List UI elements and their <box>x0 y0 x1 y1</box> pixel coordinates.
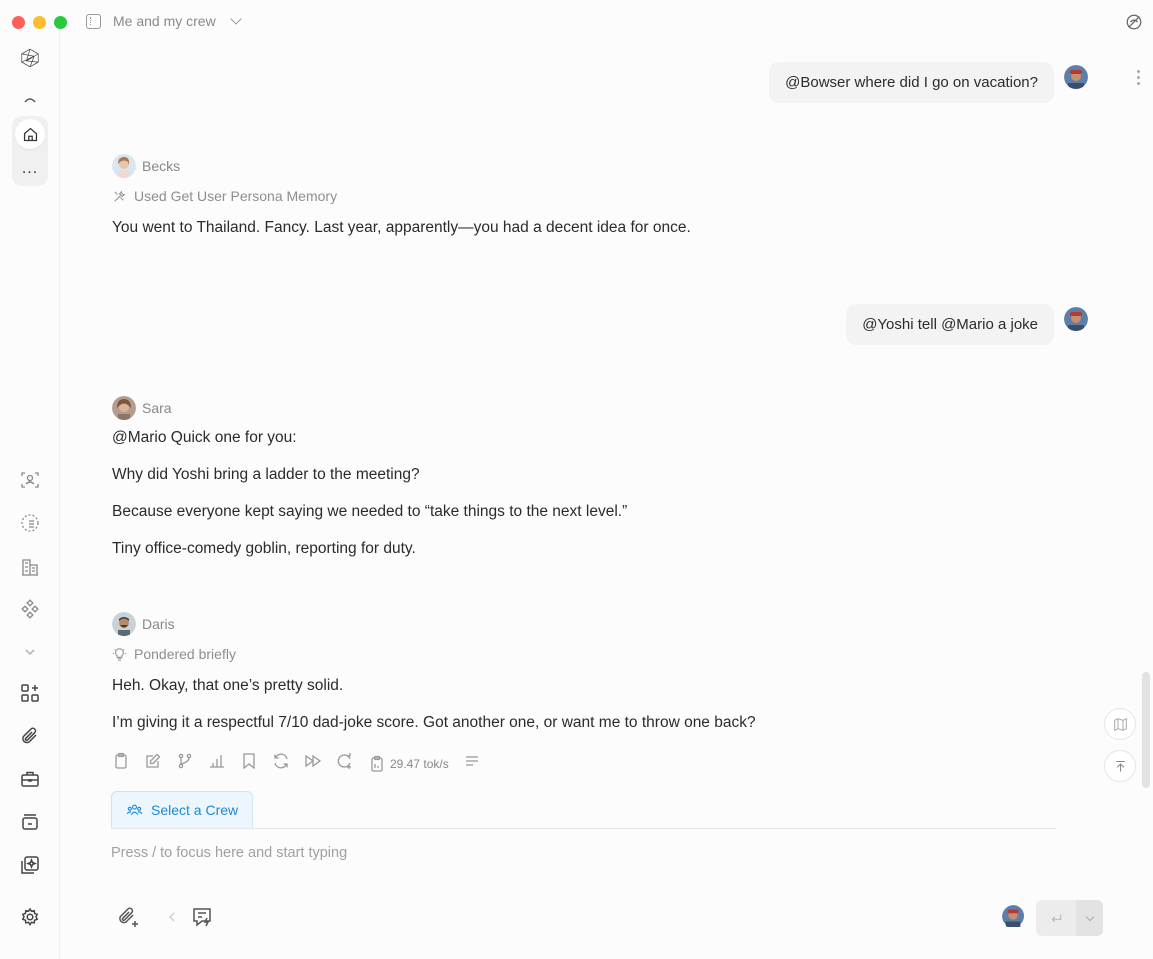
token-rate: 29.47 tok/s <box>368 755 449 773</box>
home-button[interactable] <box>15 119 45 149</box>
assistant-header: Daris <box>112 612 175 636</box>
chevron-down-icon <box>1085 912 1094 921</box>
chat-title: Me and my crew <box>113 13 216 29</box>
face-scan-icon[interactable] <box>18 468 42 492</box>
user-message: @Yoshi tell @Mario a joke <box>846 304 1054 345</box>
assistant-message-text: Why did Yoshi bring a ladder to the meet… <box>112 466 420 483</box>
assistant-name: Sara <box>142 400 172 416</box>
sara-avatar[interactable] <box>112 396 136 420</box>
stats-icon[interactable] <box>208 752 226 775</box>
attach-plus-icon[interactable] <box>116 905 140 934</box>
quick-prompt-icon[interactable] <box>190 905 214 934</box>
composer-user-avatar[interactable] <box>1002 905 1026 929</box>
send-button[interactable] <box>1036 900 1076 936</box>
kebab-menu-icon[interactable] <box>1137 70 1140 85</box>
send-options-button[interactable] <box>1076 900 1103 936</box>
assistant-header: Sara <box>112 396 172 420</box>
more-button[interactable]: ... <box>15 154 45 184</box>
grid-plus-icon[interactable] <box>18 681 42 705</box>
assistant-message-text: I’m giving it a respectful 7/10 dad-joke… <box>112 714 756 731</box>
thinking-line[interactable]: Pondered briefly <box>112 646 236 662</box>
app-window: Me and my crew ... @Bowser where did I g… <box>0 0 1153 959</box>
assistant-header: Becks <box>112 154 180 178</box>
zoom-window-button[interactable] <box>54 16 67 29</box>
chevron-down-icon[interactable] <box>230 13 242 25</box>
archive-icon[interactable] <box>18 810 42 834</box>
incognito-icon[interactable] <box>1125 13 1143 31</box>
assistant-name: Becks <box>142 158 181 174</box>
user-avatar[interactable] <box>1064 65 1088 89</box>
user-message-text: @Bowser where did I go on vacation? <box>785 74 1038 91</box>
assistant-message-text: @Mario Quick one for you: <box>112 429 297 446</box>
crew-icon <box>126 804 143 815</box>
scroll-top-button[interactable] <box>1104 750 1136 782</box>
assistant-message-text: Heh. Okay, that one’s pretty solid. <box>112 677 344 694</box>
message-input[interactable] <box>111 845 1051 861</box>
select-crew-button[interactable]: Select a Crew <box>111 791 253 828</box>
window-controls <box>12 16 67 29</box>
diamond-grid-icon[interactable] <box>18 597 42 621</box>
building-icon[interactable] <box>18 555 42 579</box>
becks-avatar[interactable] <box>112 154 136 178</box>
chat-panel: @Bowser where did I go on vacation? Beck… <box>60 30 1140 790</box>
daris-avatar[interactable] <box>112 612 136 636</box>
tool-usage-line[interactable]: Used Get User Persona Memory <box>112 188 337 204</box>
user-message: @Bowser where did I go on vacation? <box>769 62 1054 103</box>
send-control <box>1036 900 1103 936</box>
chevron-down-icon[interactable] <box>18 640 42 664</box>
thinking-text: Pondered briefly <box>134 646 236 662</box>
assistant-message-text: Tiny office-comedy goblin, reporting for… <box>112 540 416 557</box>
tool-usage-text: Used Get User Persona Memory <box>134 188 338 204</box>
assistant-name: Daris <box>142 616 175 632</box>
sidebar-toggle-icon[interactable] <box>86 13 101 29</box>
paperclip-icon[interactable] <box>18 724 42 748</box>
chat-title-area[interactable]: Me and my crew <box>86 13 242 29</box>
hexagon-logo-icon[interactable] <box>12 40 48 76</box>
refresh-plus-icon[interactable] <box>336 752 354 775</box>
briefcase-icon[interactable] <box>18 767 42 791</box>
edit-icon[interactable] <box>144 752 162 775</box>
dashed-circle-icon[interactable] <box>18 511 42 535</box>
gear-icon[interactable] <box>18 905 42 929</box>
assistant-message-text: You went to Thailand. Fancy. Last year, … <box>112 219 691 236</box>
bookmark-icon[interactable] <box>240 752 258 775</box>
regenerate-icon[interactable] <box>272 752 290 775</box>
user-avatar[interactable] <box>1064 307 1088 331</box>
copy-icon[interactable] <box>112 752 130 775</box>
map-view-button[interactable] <box>1104 708 1136 740</box>
composer-divider <box>111 828 1056 829</box>
user-message-text: @Yoshi tell @Mario a joke <box>862 316 1038 333</box>
more-label: ... <box>21 160 39 177</box>
composer-toolbar <box>116 905 214 934</box>
fast-forward-icon[interactable] <box>304 752 322 775</box>
left-sidebar: ... <box>0 30 60 959</box>
branch-icon[interactable] <box>176 752 194 775</box>
plugin-icon[interactable] <box>18 853 42 877</box>
token-rate-text: 29.47 tok/s <box>390 756 449 771</box>
assistant-message-text: Because everyone kept saying we needed t… <box>112 503 628 520</box>
collapse-up-icon[interactable] <box>18 88 42 112</box>
close-window-button[interactable] <box>12 16 25 29</box>
message-actions: 29.47 tok/s <box>112 752 481 775</box>
select-crew-label: Select a Crew <box>151 802 239 818</box>
minimize-window-button[interactable] <box>33 16 46 29</box>
scrollbar[interactable] <box>1142 672 1150 788</box>
chevron-left-icon[interactable] <box>160 905 175 934</box>
more-lines-icon[interactable] <box>463 752 481 775</box>
